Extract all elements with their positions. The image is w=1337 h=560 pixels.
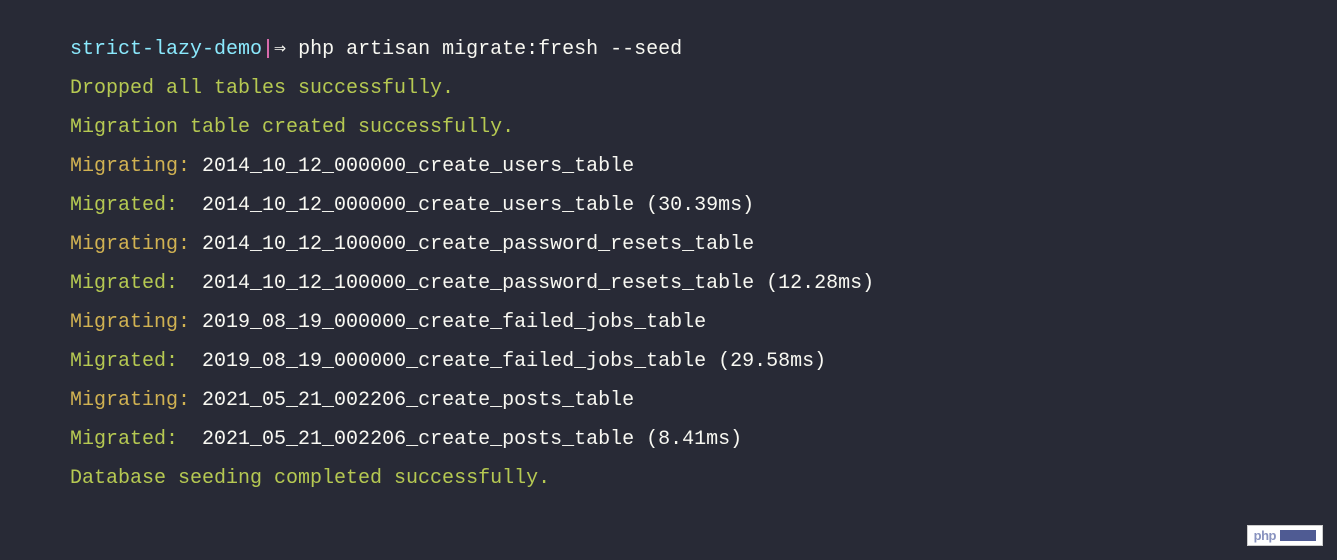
output-line: Migrated: 2021_05_21_002206_create_posts… bbox=[70, 420, 1337, 459]
migrating-label: Migrating: bbox=[70, 389, 190, 412]
prompt-arrow: ⇒ bbox=[274, 38, 298, 61]
output-line: Migrated: 2014_10_12_000000_create_users… bbox=[70, 186, 1337, 225]
status-text: Dropped all tables successfully. bbox=[70, 77, 454, 100]
output-line: Database seeding completed successfully. bbox=[70, 459, 1337, 498]
migration-name: 2014_10_12_000000_create_users_table bbox=[190, 155, 634, 178]
watermark-bar-icon bbox=[1280, 530, 1316, 541]
output-line: Dropped all tables successfully. bbox=[70, 69, 1337, 108]
migrated-label: Migrated: bbox=[70, 194, 178, 217]
status-text: Database seeding completed successfully. bbox=[70, 467, 550, 490]
migration-name: 2014_10_12_100000_create_password_resets… bbox=[190, 233, 754, 256]
migration-name: 2021_05_21_002206_create_posts_table bbox=[190, 389, 634, 412]
migrated-label: Migrated: bbox=[70, 428, 178, 451]
migrated-label: Migrated: bbox=[70, 350, 178, 373]
migrating-label: Migrating: bbox=[70, 155, 190, 178]
output-line: Migrating: 2019_08_19_000000_create_fail… bbox=[70, 303, 1337, 342]
php-watermark: php bbox=[1247, 525, 1323, 546]
command-text: php artisan migrate:fresh --seed bbox=[298, 38, 682, 61]
prompt-line: strict-lazy-demo|⇒ php artisan migrate:f… bbox=[70, 30, 1337, 69]
terminal-output: strict-lazy-demo|⇒ php artisan migrate:f… bbox=[70, 30, 1337, 498]
migrated-label: Migrated: bbox=[70, 272, 178, 295]
output-line: Migrated: 2019_08_19_000000_create_faile… bbox=[70, 342, 1337, 381]
output-line: Migration table created successfully. bbox=[70, 108, 1337, 147]
output-line: Migrating: 2021_05_21_002206_create_post… bbox=[70, 381, 1337, 420]
migration-name: 2014_10_12_000000_create_users_table (30… bbox=[178, 194, 754, 217]
watermark-text: php bbox=[1254, 529, 1276, 542]
output-line: Migrating: 2014_10_12_000000_create_user… bbox=[70, 147, 1337, 186]
migration-name: 2021_05_21_002206_create_posts_table (8.… bbox=[178, 428, 742, 451]
git-branch: strict-lazy-demo bbox=[70, 38, 262, 61]
migration-name: 2019_08_19_000000_create_failed_jobs_tab… bbox=[178, 350, 826, 373]
migrating-label: Migrating: bbox=[70, 233, 190, 256]
status-text: Migration table created successfully. bbox=[70, 116, 514, 139]
output-line: Migrating: 2014_10_12_100000_create_pass… bbox=[70, 225, 1337, 264]
migration-name: 2014_10_12_100000_create_password_resets… bbox=[178, 272, 874, 295]
output-line: Migrated: 2014_10_12_100000_create_passw… bbox=[70, 264, 1337, 303]
migration-name: 2019_08_19_000000_create_failed_jobs_tab… bbox=[190, 311, 706, 334]
migrating-label: Migrating: bbox=[70, 311, 190, 334]
prompt-separator: | bbox=[262, 38, 274, 61]
